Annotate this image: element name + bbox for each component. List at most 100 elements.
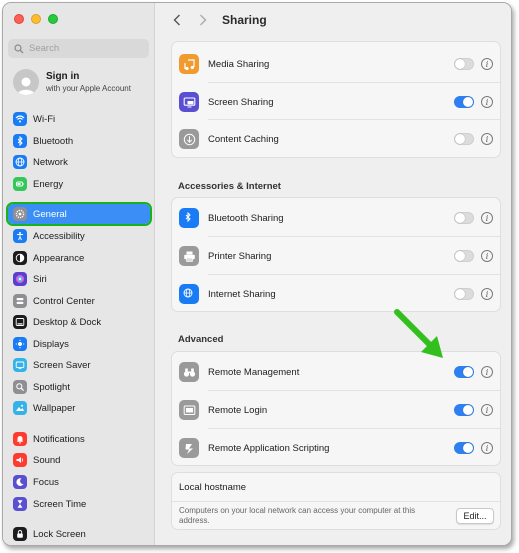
- row-screen-sharing: Screen Sharing i: [172, 83, 500, 121]
- info-icon[interactable]: i: [481, 250, 493, 262]
- zoom-window-button[interactable]: [48, 14, 58, 24]
- info-icon[interactable]: i: [481, 133, 493, 145]
- dock-icon: [13, 315, 27, 329]
- apple-account-signin[interactable]: Sign in with your Apple Account: [13, 69, 131, 95]
- row-label: Internet Sharing: [208, 288, 276, 300]
- remote-login-icon: [179, 400, 199, 420]
- remote-application-scripting-toggle[interactable]: [454, 442, 474, 454]
- row-bluetooth-sharing: Bluetooth Sharing i: [172, 199, 500, 237]
- minimize-window-button[interactable]: [31, 14, 41, 24]
- sidebar-item-label: General: [33, 208, 67, 220]
- content-caching-icon: [179, 129, 199, 149]
- screen-sharing-toggle[interactable]: [454, 96, 474, 108]
- signin-subtitle: with your Apple Account: [46, 84, 131, 93]
- info-icon[interactable]: i: [481, 58, 493, 70]
- edit-hostname-button[interactable]: Edit...: [456, 508, 494, 524]
- window-controls: [14, 14, 58, 24]
- info-icon[interactable]: i: [481, 96, 493, 108]
- services-card: Media Sharing i Screen Sharing i Content Cac…: [171, 41, 501, 158]
- sidebar-item-label: Displays: [33, 338, 69, 350]
- sidebar-item-sound[interactable]: Sound: [8, 450, 150, 470]
- sidebar-item-energy[interactable]: Energy: [8, 174, 150, 194]
- displays-icon: [13, 337, 27, 351]
- sidebar-item-general[interactable]: General: [6, 202, 152, 226]
- scripting-icon: [185, 443, 193, 454]
- sidebar-item-screen-saver[interactable]: Screen Saver: [8, 355, 150, 375]
- sidebar-item-label: Sound: [33, 454, 61, 466]
- speaker-icon: [13, 453, 27, 467]
- binoculars-icon: [179, 362, 199, 382]
- person-icon: [17, 77, 35, 95]
- sidebar-item-label: Spotlight: [33, 381, 70, 393]
- scripting-icon: [179, 438, 199, 458]
- info-icon[interactable]: i: [481, 442, 493, 454]
- sidebar-item-label: Network: [33, 156, 68, 168]
- wifi-icon: [15, 115, 25, 123]
- sidebar-item-network[interactable]: Network: [8, 152, 150, 172]
- internet-sharing-toggle[interactable]: [454, 288, 474, 300]
- search-icon: [14, 43, 24, 53]
- sidebar-item-lock-screen[interactable]: Lock Screen: [8, 524, 150, 544]
- wallpaper-icon: [13, 401, 27, 415]
- sidebar-item-label: Accessibility: [33, 230, 85, 242]
- sidebar-item-spotlight[interactable]: Spotlight: [8, 377, 150, 397]
- sidebar-item-bluetooth[interactable]: Bluetooth: [8, 131, 150, 151]
- forward-button[interactable]: [196, 13, 210, 27]
- sidebar-item-accessibility[interactable]: Accessibility: [8, 226, 150, 246]
- divider: [172, 501, 500, 502]
- info-icon[interactable]: i: [481, 288, 493, 300]
- row-content-caching: Content Caching i: [172, 120, 500, 158]
- sidebar-item-desktop-dock[interactable]: Desktop & Dock: [8, 312, 150, 332]
- remote-login-toggle[interactable]: [454, 404, 474, 416]
- hostname-title: Local hostname: [179, 482, 247, 493]
- globe-icon: [13, 155, 27, 169]
- globe-icon: [15, 157, 25, 167]
- moon-icon: [16, 478, 24, 486]
- bluetooth-sharing-toggle[interactable]: [454, 212, 474, 224]
- close-window-button[interactable]: [14, 14, 24, 24]
- bell-icon: [13, 432, 27, 446]
- search-field[interactable]: [8, 39, 149, 58]
- media-sharing-icon: [179, 54, 199, 74]
- info-icon[interactable]: i: [481, 366, 493, 378]
- media-sharing-toggle[interactable]: [454, 58, 474, 70]
- dock-icon: [15, 318, 25, 326]
- battery-icon: [16, 181, 24, 187]
- siri-icon: [13, 272, 27, 286]
- row-printer-sharing: Printer Sharing i: [172, 237, 500, 275]
- bluetooth-icon: [13, 134, 27, 148]
- printer-sharing-toggle[interactable]: [454, 250, 474, 262]
- row-media-sharing: Media Sharing i: [172, 45, 500, 83]
- sidebar-item-label: Screen Saver: [33, 359, 91, 371]
- moon-icon: [13, 475, 27, 489]
- chevron-right-icon: [200, 14, 207, 26]
- search-input[interactable]: [29, 43, 139, 54]
- lock-icon: [17, 530, 23, 538]
- accessibility-icon: [17, 232, 23, 241]
- sidebar-item-control-center[interactable]: Control Center: [8, 291, 150, 311]
- sidebar-item-wi-fi[interactable]: Wi-Fi: [8, 109, 150, 129]
- sidebar-item-label: Screen Time: [33, 498, 87, 510]
- main-pane: Sharing Media Sharing i Screen Sharing i Con…: [156, 3, 511, 545]
- sidebar-item-siri[interactable]: Siri: [8, 269, 150, 289]
- screen-sharing-icon: [179, 92, 199, 112]
- sidebar-item-label: Notifications: [33, 433, 85, 445]
- info-icon[interactable]: i: [481, 212, 493, 224]
- remote-management-toggle[interactable]: [454, 366, 474, 378]
- row-label: Content Caching: [208, 133, 279, 145]
- section-title-accessories: Accessories & Internet: [178, 181, 281, 192]
- sidebar-item-wallpaper[interactable]: Wallpaper: [8, 398, 150, 418]
- back-button[interactable]: [170, 13, 184, 27]
- content-caching-toggle[interactable]: [454, 133, 474, 145]
- sidebar-item-notifications[interactable]: Notifications: [8, 429, 150, 449]
- control-center-icon: [16, 298, 24, 304]
- appearance-icon: [13, 251, 27, 265]
- sidebar-item-screen-time[interactable]: Screen Time: [8, 494, 150, 514]
- row-remote-application-scripting: Remote Application Scripting i: [172, 429, 500, 467]
- globe-icon: [179, 284, 199, 304]
- sidebar-item-focus[interactable]: Focus: [8, 472, 150, 492]
- sidebar-item-displays[interactable]: Displays: [8, 334, 150, 354]
- sidebar-item-appearance[interactable]: Appearance: [8, 248, 150, 268]
- spotlight-icon: [13, 380, 27, 394]
- info-icon[interactable]: i: [481, 404, 493, 416]
